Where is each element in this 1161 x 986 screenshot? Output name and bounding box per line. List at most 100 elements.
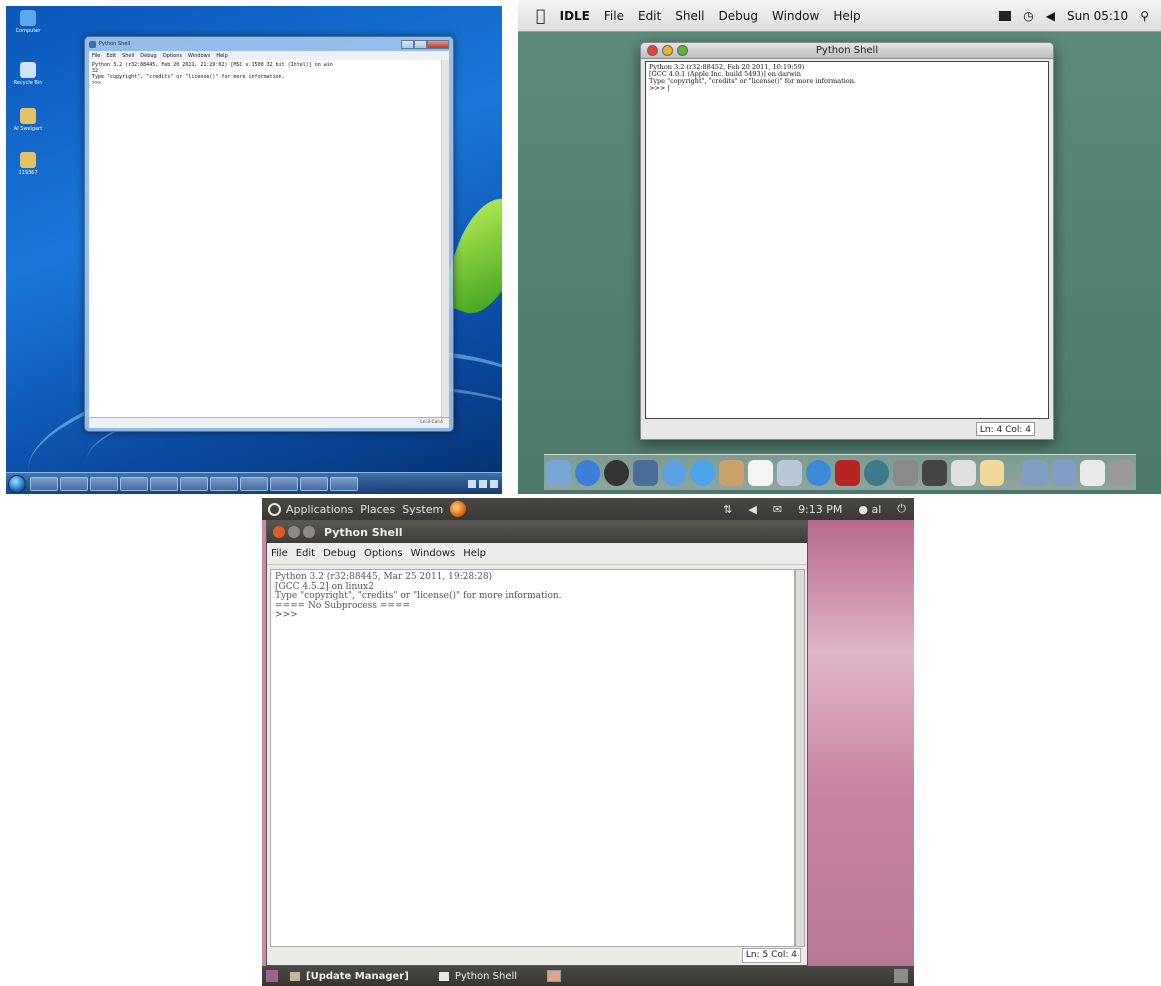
ichat-icon[interactable] <box>690 460 716 486</box>
taskbar-item[interactable] <box>150 476 178 491</box>
menu-file[interactable]: File <box>604 9 624 23</box>
menu-windows[interactable]: Windows <box>411 548 456 559</box>
taskbar-item[interactable] <box>330 476 358 491</box>
taskbar-item[interactable] <box>240 476 268 491</box>
tray-icon[interactable] <box>490 479 498 488</box>
python-shell-window[interactable]: Python Shell File Edit Debug Options Win… <box>266 520 808 966</box>
clock[interactable]: Sun 05:10 <box>1067 9 1128 23</box>
wallpaper <box>807 520 914 966</box>
volume-icon[interactable]: ◀ <box>748 503 756 516</box>
maximize-button[interactable] <box>303 526 315 538</box>
system-preferences-icon[interactable] <box>892 460 918 486</box>
menu-help[interactable]: Help <box>833 9 860 23</box>
taskbar-item-python-shell[interactable]: Python Shell <box>438 971 517 982</box>
desktop-icon-recycle-bin[interactable]: Recycle Bin <box>10 62 46 86</box>
volume-icon[interactable]: ◀ <box>1046 9 1055 23</box>
workspace-switcher[interactable] <box>547 970 562 982</box>
shell-text-area[interactable]: Python 3.2 (r32:88445, Mar 25 2011, 19:2… <box>270 569 795 947</box>
window-titlebar[interactable]: Python Shell <box>85 37 453 51</box>
document-icon[interactable] <box>1080 460 1106 486</box>
menu-windows[interactable]: Windows <box>188 53 210 59</box>
safari-icon[interactable] <box>661 460 687 486</box>
menu-help[interactable]: Help <box>216 53 227 59</box>
spaces-icon[interactable] <box>999 10 1012 21</box>
user-menu[interactable]: ● al <box>858 503 881 516</box>
firefox-icon[interactable] <box>450 501 467 517</box>
vertical-scrollbar[interactable] <box>795 569 805 947</box>
mail-icon[interactable]: ✉ <box>773 503 782 516</box>
taskbar-item[interactable] <box>180 476 208 491</box>
menu-help[interactable]: Help <box>463 548 486 559</box>
documents-folder-icon[interactable] <box>1051 460 1077 486</box>
desktop-icon-user-folder[interactable]: Al Sweigart <box>10 108 46 132</box>
close-button[interactable] <box>427 39 449 49</box>
menu-edit[interactable]: Edit <box>106 53 116 59</box>
taskbar-item[interactable] <box>30 476 58 491</box>
minimize-button[interactable] <box>288 526 300 538</box>
time-machine-icon[interactable] <box>863 460 889 486</box>
time-machine-icon[interactable]: ◷ <box>1023 9 1033 23</box>
menu-debug[interactable]: Debug <box>140 53 156 59</box>
terminal-icon[interactable] <box>921 460 947 486</box>
menu-app-idle[interactable]: IDLE <box>560 9 590 23</box>
spotlight-icon[interactable]: ⚲ <box>1140 9 1149 23</box>
address-book-icon[interactable] <box>719 460 745 486</box>
vertical-scrollbar[interactable] <box>441 60 449 417</box>
taskbar-item[interactable] <box>300 476 328 491</box>
window-titlebar[interactable]: Python Shell <box>641 43 1053 59</box>
python-shell-window[interactable]: Python Shell File Edit Shell Debug Optio… <box>84 36 454 432</box>
apple-icon[interactable]:  <box>536 6 546 25</box>
menu-applications[interactable]: Applications <box>286 503 353 516</box>
menu-debug[interactable]: Debug <box>719 9 758 23</box>
show-desktop-button[interactable] <box>266 970 278 982</box>
menu-file[interactable]: File <box>271 548 288 559</box>
clock[interactable]: 9:13 PM <box>798 503 842 516</box>
trash-icon[interactable] <box>894 969 908 983</box>
window-titlebar[interactable]: Python Shell <box>267 521 807 543</box>
menu-debug[interactable]: Debug <box>323 548 356 559</box>
close-button[interactable] <box>273 526 285 538</box>
system-tray <box>465 479 498 488</box>
taskbar-item[interactable] <box>210 476 238 491</box>
tray-icon[interactable] <box>468 479 476 488</box>
minimize-button[interactable] <box>401 39 414 49</box>
desktop-icon-computer[interactable]: Computer <box>10 10 46 34</box>
taskbar-item[interactable] <box>60 476 88 491</box>
menu-edit[interactable]: Edit <box>296 548 315 559</box>
desktop-icon-folder[interactable]: 119367 <box>10 152 46 176</box>
menu-places[interactable]: Places <box>360 503 395 516</box>
maximize-button[interactable] <box>414 39 427 49</box>
taskbar-item-update-manager[interactable]: [Update Manager] <box>290 971 409 982</box>
photo-booth-icon[interactable] <box>835 460 860 486</box>
taskbar-item[interactable] <box>90 476 118 491</box>
app-store-icon[interactable] <box>574 460 600 486</box>
mail-icon[interactable] <box>632 460 658 486</box>
menu-options[interactable]: Options <box>163 53 182 59</box>
finder-icon[interactable] <box>545 460 571 486</box>
tray-icon[interactable] <box>479 479 487 488</box>
menu-shell[interactable]: Shell <box>122 53 134 59</box>
applications-folder-icon[interactable] <box>1022 460 1048 486</box>
shell-text-area[interactable]: Python 3.2 (r32:88445, Feb 20 2011, 21:2… <box>89 60 441 417</box>
python-shell-window[interactable]: Python Shell Python 3.2 (r32:88452, Feb … <box>640 42 1054 440</box>
menu-edit[interactable]: Edit <box>638 9 661 23</box>
network-icon[interactable]: ⇅ <box>723 503 732 516</box>
taskbar-item[interactable] <box>120 476 148 491</box>
itunes-icon[interactable] <box>806 460 831 486</box>
dashboard-icon[interactable] <box>603 460 629 486</box>
menu-bar: File Edit Shell Debug Options Windows He… <box>89 51 449 60</box>
menu-shell[interactable]: Shell <box>675 9 704 23</box>
shell-text-area[interactable]: Python 3.2 (r32:88452, Feb 20 2011, 10:1… <box>645 61 1049 419</box>
preview-icon[interactable] <box>777 460 803 486</box>
trash-icon[interactable] <box>1109 460 1135 486</box>
ical-icon[interactable] <box>748 460 774 486</box>
python-launcher-icon[interactable] <box>979 460 1005 486</box>
power-icon[interactable]: ⏻ <box>897 502 906 516</box>
menu-window[interactable]: Window <box>772 9 819 23</box>
taskbar-item[interactable] <box>270 476 298 491</box>
menu-options[interactable]: Options <box>364 548 403 559</box>
start-button[interactable] <box>8 474 26 493</box>
menu-file[interactable]: File <box>92 53 100 59</box>
idle-icon[interactable] <box>950 460 976 486</box>
menu-system[interactable]: System <box>402 503 443 516</box>
